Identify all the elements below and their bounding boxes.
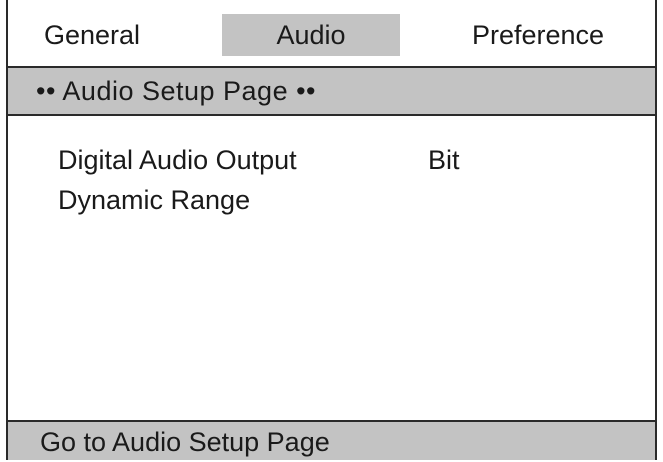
status-bar: Go to Audio Setup Page (8, 420, 655, 460)
tab-general[interactable]: General (22, 14, 172, 56)
setting-digital-audio-output-value: Bit (428, 145, 460, 175)
tab-audio[interactable]: Audio (222, 14, 400, 56)
setting-digital-audio-output[interactable]: Digital Audio Output (58, 140, 297, 180)
setup-menu-window: General Audio Preference •• Audio Setup … (6, 0, 657, 460)
tab-preference[interactable]: Preference (438, 14, 638, 56)
setting-dynamic-range[interactable]: Dynamic Range (58, 180, 250, 220)
settings-list: Digital Audio Output Bit Dynamic Range (8, 116, 655, 420)
page-title: •• Audio Setup Page •• (8, 68, 655, 116)
tab-bar: General Audio Preference (8, 0, 655, 68)
